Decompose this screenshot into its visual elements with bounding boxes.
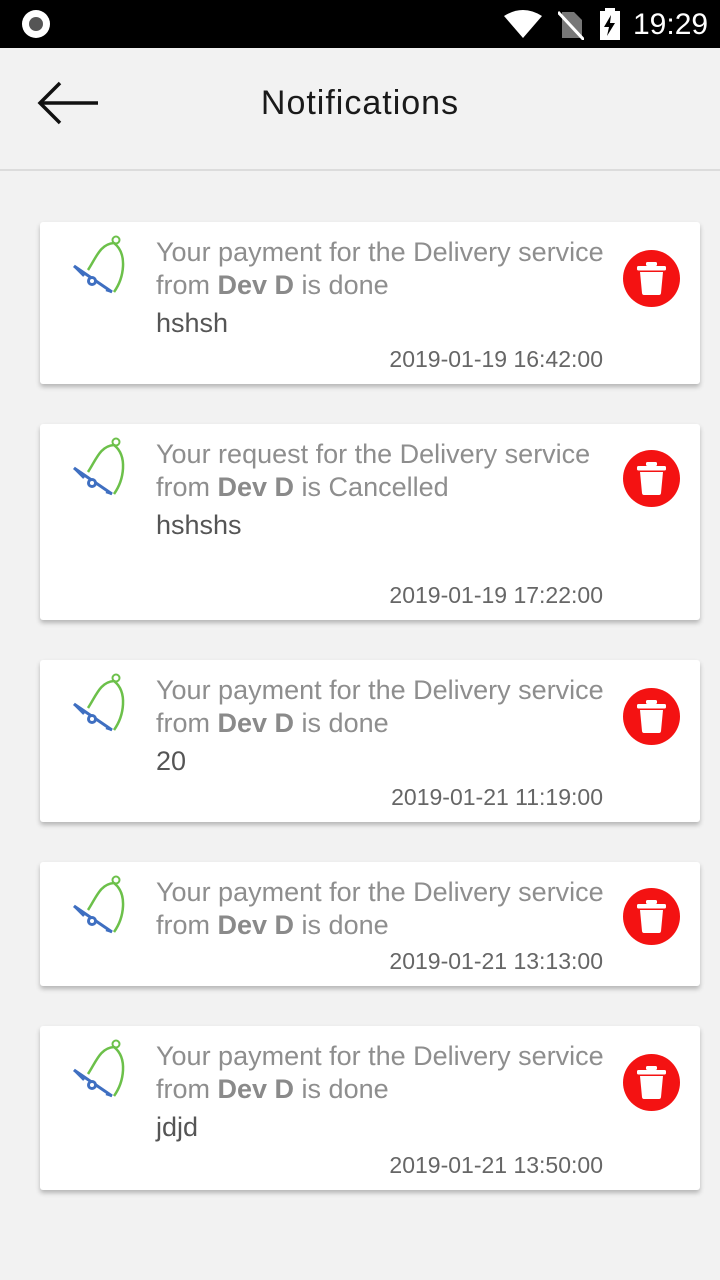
delete-button[interactable] (623, 450, 680, 507)
delete-button[interactable] (623, 888, 680, 945)
notification-timestamp: 2019-01-21 13:13:00 (389, 948, 603, 974)
notification-timestamp: 2019-01-21 13:50:00 (389, 1152, 603, 1178)
notification-message: Your request for the Delivery service fr… (156, 438, 616, 504)
notification-detail: 20 (156, 746, 187, 776)
notification-timestamp: 2019-01-21 11:19:00 (391, 784, 603, 810)
notification-message: Your payment for the Delivery service fr… (156, 674, 616, 740)
bell-icon (73, 875, 125, 934)
notification-detail: hshshs (156, 510, 242, 540)
message-suffix: is done (294, 910, 389, 940)
notification-list: Your payment for the Delivery service fr… (40, 222, 700, 1230)
message-suffix: is done (294, 1074, 389, 1104)
battery-charging-icon (600, 8, 620, 40)
page-title: Notifications (260, 84, 460, 122)
app-bar: Notifications (0, 48, 720, 171)
message-sender: Dev D (217, 708, 295, 738)
notification-message: Your payment for the Delivery service fr… (156, 876, 616, 942)
status-bar: 19:29 (0, 0, 720, 48)
delete-button[interactable] (623, 688, 680, 745)
notification-detail: jdjd (156, 1112, 199, 1142)
message-sender: Dev D (217, 270, 295, 300)
status-time: 19:29 (633, 8, 709, 41)
notification-message: Your payment for the Delivery service fr… (156, 1040, 616, 1106)
notification-card: Your request for the Delivery service fr… (40, 424, 700, 620)
bell-icon (73, 673, 125, 732)
notification-timestamp: 2019-01-19 17:22:00 (389, 582, 603, 608)
notification-detail: hshsh (156, 308, 229, 338)
notification-card: Your payment for the Delivery service fr… (40, 222, 700, 384)
notification-card: Your payment for the Delivery service fr… (40, 1026, 700, 1190)
notification-card: Your payment for the Delivery service fr… (40, 660, 700, 822)
trash-icon (637, 262, 666, 295)
bell-icon (73, 235, 125, 294)
message-sender: Dev D (217, 910, 295, 940)
delete-button[interactable] (623, 250, 680, 307)
wifi-icon (504, 10, 542, 38)
message-suffix: is Cancelled (294, 472, 449, 502)
trash-icon (637, 1066, 666, 1099)
bell-icon (73, 437, 125, 496)
notification-card: Your payment for the Delivery service fr… (40, 862, 700, 986)
bell-icon (73, 1039, 125, 1098)
no-sim-icon (558, 10, 584, 40)
delete-button[interactable] (623, 1054, 680, 1111)
message-sender: Dev D (217, 472, 295, 502)
message-sender: Dev D (217, 1074, 295, 1104)
recording-icon (22, 10, 50, 38)
notification-message: Your payment for the Delivery service fr… (156, 236, 616, 302)
trash-icon (637, 900, 666, 933)
trash-icon (637, 700, 666, 733)
message-suffix: is done (294, 270, 389, 300)
notification-timestamp: 2019-01-19 16:42:00 (389, 346, 603, 372)
trash-icon (637, 462, 666, 495)
message-suffix: is done (294, 708, 389, 738)
